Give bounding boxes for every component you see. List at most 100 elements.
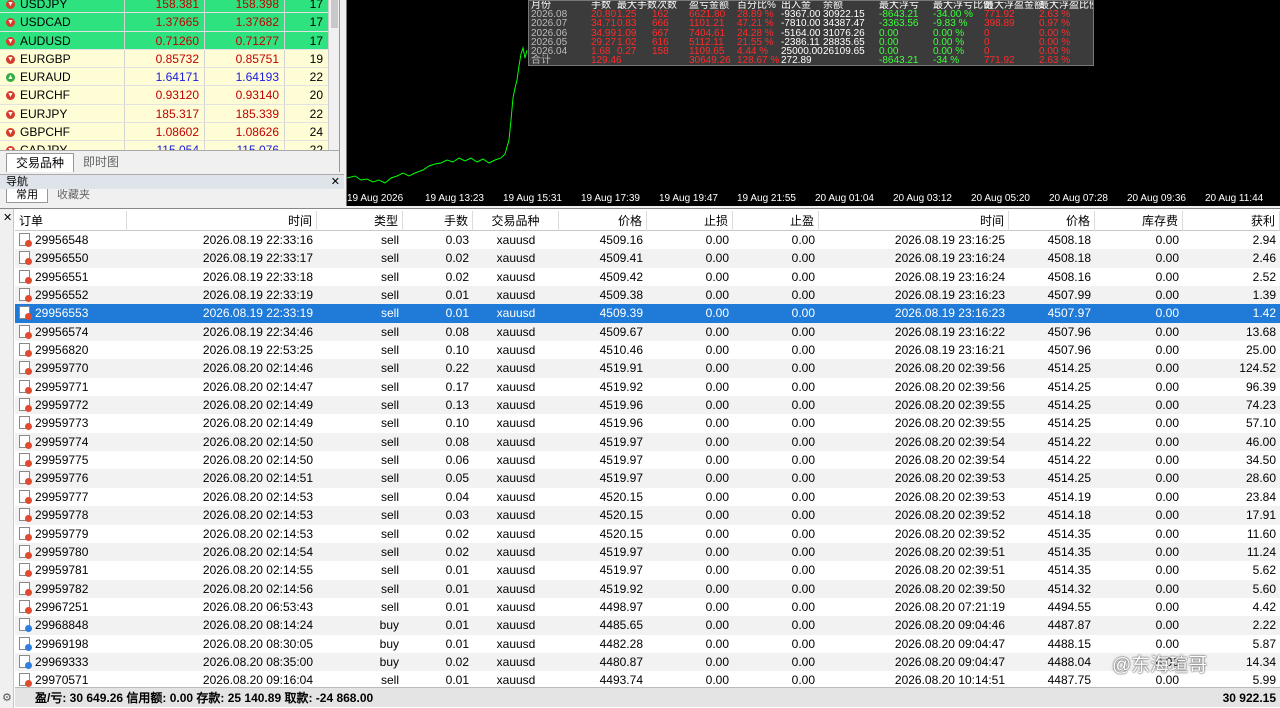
table-cell: 2026.08.20 09:04:47 (819, 635, 1009, 653)
column-header[interactable]: 止盈 (733, 211, 819, 231)
table-row[interactable]: 29959772 2026.08.20 02:14:49 sell 0.13 xauus… (15, 396, 1280, 415)
column-header[interactable]: 价格 (559, 211, 647, 231)
tab-tick-chart[interactable]: 即时图 (74, 153, 128, 172)
table-row[interactable]: 29956548 2026.08.19 22:33:16 sell 0.03 xauus… (15, 231, 1280, 250)
cell-value: 4514.35 (1047, 563, 1091, 578)
column-header-label: 价格 (617, 214, 642, 228)
market-watch-row[interactable]: ▼ EURJPY 185.317 185.339 22 (0, 104, 328, 124)
cell-value: sell (380, 251, 399, 266)
table-row[interactable]: 29956553 2026.08.19 22:33:19 sell 0.01 xauus… (15, 304, 1280, 323)
cell-value: 2.46 (1252, 251, 1276, 266)
symbol-name: USDCAD (20, 15, 71, 30)
cell-value: xauusd (496, 288, 536, 303)
market-watch-row[interactable]: ▼ GBPCHF 1.08602 1.08626 24 (0, 123, 328, 142)
table-cell: 0.00 (647, 469, 733, 487)
tab-common[interactable]: 常用 (6, 189, 48, 203)
table-row[interactable]: 29959771 2026.08.20 02:14:47 sell 0.17 xauus… (15, 377, 1280, 397)
table-cell: 4520.15 (559, 506, 647, 524)
cell-value: 29969333 (35, 654, 89, 669)
table-row[interactable]: 29956574 2026.08.19 22:34:46 sell 0.08 xauus… (15, 322, 1280, 342)
table-cell: xauusd (473, 304, 559, 322)
table-cell: 4494.55 (1009, 598, 1095, 616)
cell-value: sell (380, 306, 399, 321)
column-header[interactable]: 库存费 (1095, 211, 1183, 231)
scrollbar-thumb[interactable] (331, 0, 338, 28)
cell-value: 4507.96 (1047, 324, 1091, 339)
table-cell: 0.00 (1095, 580, 1183, 598)
table-row[interactable]: 29959777 2026.08.20 02:14:53 sell 0.04 xauus… (15, 487, 1280, 507)
table-row[interactable]: 29959782 2026.08.20 02:14:56 sell 0.01 xauus… (15, 579, 1280, 598)
table-cell: 4487.87 (1009, 616, 1095, 634)
market-watch-scrollbar[interactable] (328, 0, 339, 172)
table-row[interactable]: 29959779 2026.08.20 02:14:53 sell 0.02 xauus… (15, 524, 1280, 543)
spread-value: 17 (309, 15, 323, 30)
cell-value: 2026.08.20 02:14:56 (202, 581, 313, 596)
table-cell: 2026.08.20 02:39:51 (819, 561, 1009, 579)
table-row[interactable]: 29959774 2026.08.20 02:14:50 sell 0.08 xauus… (15, 432, 1280, 452)
column-header[interactable]: 时间 (819, 211, 1009, 231)
table-row[interactable]: 29959778 2026.08.20 02:14:53 sell 0.03 xauus… (15, 506, 1280, 525)
table-row[interactable]: 29956550 2026.08.19 22:33:17 sell 0.02 xauus… (15, 249, 1280, 268)
table-row[interactable]: 29969198 2026.08.20 08:30:05 buy 0.01 xauusd… (15, 634, 1280, 653)
market-watch-row[interactable]: ▼ USDJPY 158.381 158.398 17 (0, 0, 328, 14)
market-watch-row[interactable]: ▼ EURGBP 0.85732 0.85751 19 (0, 49, 328, 69)
tab-symbols[interactable]: 交易品种 (6, 153, 75, 172)
equity-chart[interactable]: 19 Aug 2026 19 Aug 13:23 19 Aug 15:31 19 Au… (346, 0, 1280, 206)
table-row[interactable]: 29959781 2026.08.20 02:14:55 sell 0.01 xauus… (15, 561, 1280, 580)
column-header[interactable]: 订单 (15, 211, 127, 231)
table-cell: 2026.08.20 02:14:53 (127, 506, 317, 524)
table-cell: 0.01 (403, 635, 473, 653)
cell-value: 0.08 (445, 434, 469, 449)
table-cell: 0.00 (647, 341, 733, 359)
table-row[interactable]: 29967251 2026.08.20 06:53:43 sell 0.01 xauus… (15, 597, 1280, 617)
market-watch-row[interactable]: ▼ USDCAD 1.37665 1.37682 17 (0, 13, 328, 32)
cell-value: 0.00 (705, 489, 729, 504)
cell-value: 1.42 (1252, 306, 1276, 321)
column-header[interactable]: 价格 (1009, 211, 1095, 231)
cell-value: 0.01 (445, 636, 469, 651)
column-header[interactable]: 获利 (1183, 211, 1280, 231)
table-row[interactable]: 29959770 2026.08.20 02:14:46 sell 0.22 xauus… (15, 359, 1280, 378)
table-row[interactable]: 29959773 2026.08.20 02:14:49 sell 0.10 xauus… (15, 414, 1280, 433)
cell-value: 2026.08.20 09:16:04 (202, 673, 313, 688)
x-tick-label: 20 Aug 07:28 (1049, 193, 1108, 204)
cell-value: 2026.08.20 09:04:47 (894, 654, 1005, 669)
cell-value: buy (379, 654, 399, 669)
market-watch-row[interactable]: ▼ EURCHF 0.93120 0.93140 20 (0, 86, 328, 105)
table-row[interactable]: 29959775 2026.08.20 02:14:50 sell 0.06 xauus… (15, 451, 1280, 470)
cell-value: 4507.97 (1047, 306, 1091, 321)
table-cell: 29956550 (15, 249, 127, 267)
column-header[interactable]: 时间 (127, 211, 317, 231)
tab-favorites[interactable]: 收藏夹 (48, 189, 99, 203)
column-header[interactable]: 手数 (403, 211, 473, 231)
table-row[interactable]: 29969333 2026.08.20 08:35:00 buy 0.02 xauusd… (15, 652, 1280, 672)
table-cell: 0.00 (1095, 323, 1183, 341)
cell-value: 2026.08.20 02:39:53 (894, 471, 1005, 486)
cell-value: 0.00 (705, 618, 729, 633)
table-cell: 4514.22 (1009, 451, 1095, 469)
table-row[interactable]: 29956552 2026.08.19 22:33:19 sell 0.01 xauus… (15, 286, 1280, 305)
market-watch-row[interactable]: ▲ EURAUD 1.64171 1.64193 22 (0, 68, 328, 87)
cell-value: 2026.08.19 23:16:24 (894, 269, 1005, 284)
column-header[interactable]: 类型 (317, 211, 403, 231)
close-icon[interactable]: ✕ (3, 211, 12, 224)
symbol-cell: ▼ EURCHF (0, 86, 125, 104)
cell-value: xauusd (496, 434, 536, 449)
close-icon[interactable]: ✕ (331, 175, 340, 189)
gear-icon[interactable]: ⚙ (2, 691, 12, 704)
table-row[interactable]: 29959776 2026.08.20 02:14:51 sell 0.05 xauus… (15, 469, 1280, 488)
table-row[interactable]: 29956820 2026.08.19 22:53:25 sell 0.10 xauus… (15, 341, 1280, 360)
table-cell: 2026.08.19 22:53:25 (127, 341, 317, 359)
cell-value: 0.00 (791, 379, 815, 394)
table-row[interactable]: 29968848 2026.08.20 08:14:24 buy 0.01 xauusd… (15, 616, 1280, 635)
column-header[interactable]: 交易品种 (473, 211, 559, 231)
table-cell: buy (317, 653, 403, 671)
column-header[interactable]: 止损 (647, 211, 733, 231)
table-row[interactable]: 29956551 2026.08.19 22:33:18 sell 0.02 xauus… (15, 267, 1280, 287)
cell-value: 0.00 (791, 489, 815, 504)
table-cell: sell (317, 286, 403, 304)
table-cell: 17.91 (1183, 506, 1280, 524)
table-row[interactable]: 29959780 2026.08.20 02:14:54 sell 0.02 xauus… (15, 542, 1280, 562)
market-watch-row[interactable]: ▼ AUDUSD 0.71260 0.71277 17 (0, 31, 328, 50)
cell-value: xauusd (496, 636, 536, 651)
